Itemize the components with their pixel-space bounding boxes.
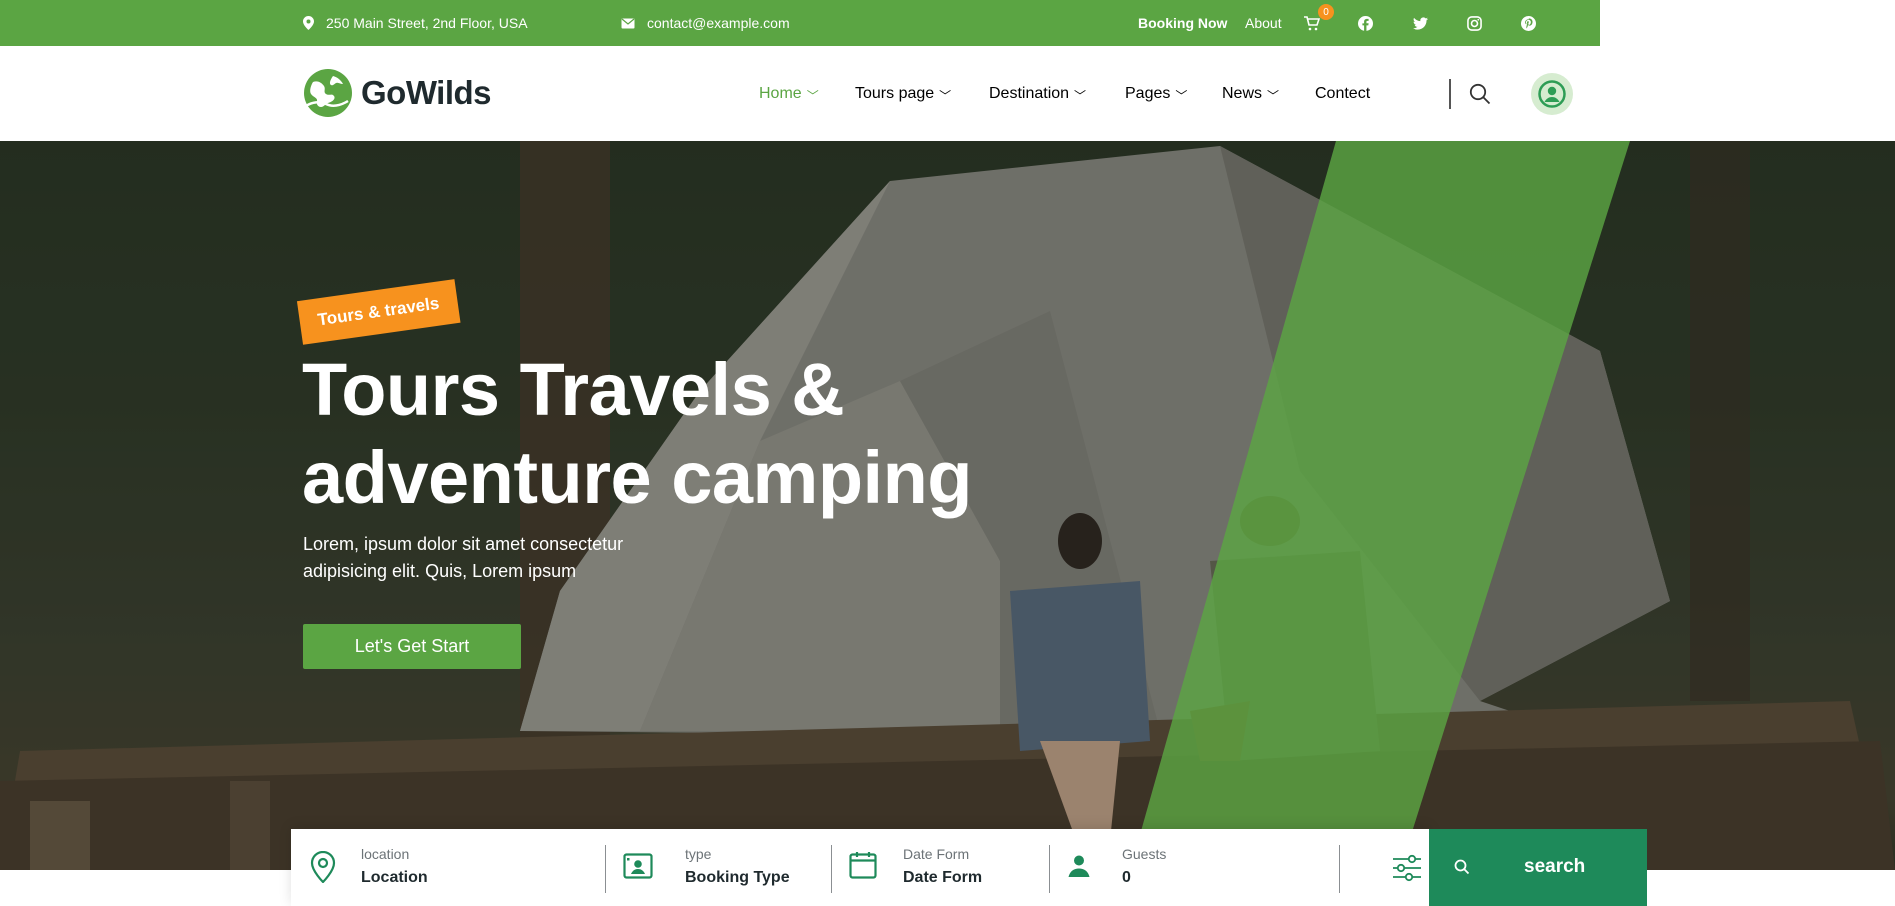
filter-sliders-icon[interactable]	[1392, 854, 1422, 882]
search-submit-button[interactable]: search	[1429, 829, 1647, 906]
nav-pages-label: Pages	[1125, 84, 1171, 102]
nav-home[interactable]: Home ﹀	[759, 46, 819, 141]
location-label: location	[361, 846, 410, 862]
chevron-down-icon: ﹀	[1074, 88, 1087, 103]
location-pin-icon	[310, 851, 336, 883]
date-field[interactable]: Date Form Date Form	[832, 829, 1050, 906]
cart-button[interactable]: 0	[1304, 0, 1334, 46]
chevron-down-icon: ﹀	[1175, 88, 1188, 103]
field-divider	[1339, 845, 1340, 893]
about-link[interactable]: About	[1245, 0, 1282, 46]
nav-news-label: News	[1222, 84, 1263, 102]
cart-icon	[1304, 15, 1320, 30]
guests-value: 0	[1122, 869, 1131, 886]
hero-title: Tours Travels & adventure camping	[302, 346, 1062, 522]
email-text: contact@example.com	[647, 15, 790, 31]
nav-home-label: Home	[759, 84, 802, 102]
address-text: 250 Main Street, 2nd Floor, USA	[326, 15, 528, 31]
nav-pages[interactable]: Pages ﹀	[1125, 46, 1187, 141]
date-label: Date Form	[903, 846, 970, 862]
location-pin-icon	[303, 16, 314, 30]
type-field[interactable]: type Booking Type	[606, 829, 832, 906]
pinterest-icon[interactable]	[1518, 13, 1538, 33]
nav-contact-label: Contect	[1315, 84, 1371, 102]
nav-tours-page[interactable]: Tours page ﹀	[855, 46, 951, 141]
chevron-down-icon: ﹀	[806, 88, 819, 103]
user-icon	[1538, 80, 1566, 108]
hero-subtitle: Lorem, ipsum dolor sit amet consectetur …	[303, 534, 624, 581]
instagram-icon[interactable]	[1464, 13, 1484, 33]
logo-text: GoWilds	[361, 74, 492, 111]
nav-news[interactable]: News ﹀	[1222, 46, 1279, 141]
user-account-button[interactable]	[1531, 73, 1573, 115]
nav-destination-label: Destination	[989, 84, 1070, 102]
person-icon	[1068, 855, 1090, 877]
facebook-icon[interactable]	[1355, 13, 1375, 33]
chevron-down-icon: ﹀	[1267, 88, 1280, 103]
nav-tours-label: Tours page	[855, 84, 935, 102]
twitter-icon[interactable]	[1410, 13, 1430, 33]
calendar-icon	[849, 852, 877, 879]
location-field[interactable]: location Location	[291, 829, 606, 906]
id-card-icon	[623, 853, 653, 879]
date-value: Date Form	[903, 869, 983, 886]
type-label: type	[685, 846, 712, 862]
envelope-icon	[621, 18, 635, 28]
search-icon[interactable]	[1469, 83, 1493, 107]
header-divider	[1449, 79, 1451, 109]
booking-now-link[interactable]: Booking Now	[1138, 0, 1227, 46]
email-info[interactable]: contact@example.com	[621, 0, 790, 46]
location-value: Location	[361, 869, 428, 886]
nav-contact[interactable]: Contect	[1315, 46, 1370, 141]
top-bar: 250 Main Street, 2nd Floor, USA contact@…	[0, 0, 1895, 46]
guests-field[interactable]: Guests 0	[1050, 829, 1340, 906]
globe-logo-icon	[304, 69, 352, 117]
type-value: Booking Type	[685, 869, 790, 886]
chevron-down-icon: ﹀	[939, 88, 952, 103]
nav-destination[interactable]: Destination ﹀	[989, 46, 1086, 141]
address-info: 250 Main Street, 2nd Floor, USA	[303, 0, 528, 46]
hero-section: Tours & travels Tours Travels & adventur…	[0, 141, 1895, 870]
guests-label: Guests	[1122, 846, 1167, 862]
search-label: search	[1524, 856, 1586, 877]
logo[interactable]: GoWilds	[303, 68, 492, 118]
hero-title-line-1: Tours Travels &	[302, 348, 845, 431]
booking-search-bar: location Location type Booking Type Date…	[291, 829, 1430, 906]
get-started-button[interactable]: Let's Get Start	[303, 624, 521, 669]
hero-title-line-2: adventure camping	[302, 436, 973, 519]
cart-count-badge: 0	[1318, 4, 1334, 20]
main-header: GoWilds Home ﹀ Tours page ﹀ Destination ﹀ P…	[0, 46, 1895, 141]
search-icon	[1454, 859, 1470, 875]
